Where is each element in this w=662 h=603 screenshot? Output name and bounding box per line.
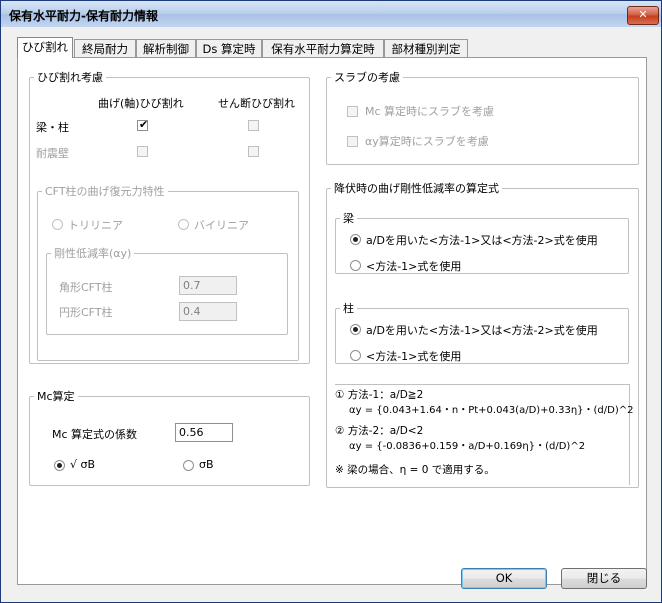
crack-group: ひび割れ考慮 曲げ(軸)ひび割れ せん断ひび割れ 梁・柱 ✔ 耐震壁 CFT柱の… xyxy=(29,69,310,364)
slab-group-legend: スラブの考慮 xyxy=(334,71,400,84)
formula-notes: ① 方法-1：a/D≧2 αy = {0.043+1.64・n・Pt+0.043… xyxy=(335,384,634,485)
stiffness-group-legend: 剛性低減率(αy) xyxy=(54,247,132,260)
round-cft-input[interactable]: 0.4 xyxy=(179,302,237,321)
mc-sqrt-sigma-radio[interactable] xyxy=(54,460,65,471)
column-formula-legend: 柱 xyxy=(343,302,354,315)
stiffness-group: 剛性低減率(αy) 角形CFT柱 0.7 円形CFT柱 0.4 xyxy=(46,245,288,335)
wall-row-label: 耐震壁 xyxy=(36,147,69,160)
cft-group: CFT柱の曲げ復元力特性 トリリニア バイリニア 剛性低減率(αy) 角形CFT… xyxy=(37,183,299,361)
tab-ultimate-strength[interactable]: 終局耐力 xyxy=(74,39,136,57)
window-title: 保有水平耐力-保有耐力情報 xyxy=(9,9,158,23)
mc-sigma-radio[interactable] xyxy=(183,460,194,471)
bilinear-radio[interactable] xyxy=(178,219,189,230)
beam-formula-group: 梁 a/Dを用いた<方法-1>又は<方法-2>式を使用 <方法-1>式を使用 xyxy=(335,210,629,274)
beam-formula-legend: 梁 xyxy=(343,212,354,225)
radio-selected-dot xyxy=(353,237,358,242)
trilinear-label: トリリニア xyxy=(68,219,123,232)
slab-mc-label: Mc 算定時にスラブを考慮 xyxy=(365,105,495,118)
square-cft-label: 角形CFT柱 xyxy=(59,281,113,294)
close-window-button[interactable]: ✕ xyxy=(627,6,659,25)
beam-shear-checkbox[interactable] xyxy=(248,120,259,131)
radio-selected-dot xyxy=(57,463,62,468)
mc-coef-label: Mc 算定式の係数 xyxy=(52,428,138,441)
tab-panel-cracking: ひび割れ考慮 曲げ(軸)ひび割れ せん断ひび割れ 梁・柱 ✔ 耐震壁 CFT柱の… xyxy=(17,57,647,585)
beam-bending-checkbox[interactable]: ✔ xyxy=(137,118,149,131)
beam-method-both-label: a/Dを用いた<方法-1>又は<方法-2>式を使用 xyxy=(366,234,598,247)
mc-group: Mc算定 Mc 算定式の係数 0.56 √ σB σB xyxy=(29,388,310,486)
radio-selected-dot xyxy=(353,327,358,332)
tab-analysis-control[interactable]: 解析制御 xyxy=(136,39,196,57)
check-mark-icon: ✔ xyxy=(139,118,149,131)
bending-column-header: 曲げ(軸)ひび割れ xyxy=(98,97,184,110)
method2-formula: αy = {-0.0836+0.159・a/D+0.169η}・(d/D)^2 xyxy=(349,441,586,452)
mc-coef-input[interactable]: 0.56 xyxy=(175,423,233,442)
mc-sqrt-sigma-label: √ σB xyxy=(70,458,96,471)
round-cft-label: 円形CFT柱 xyxy=(59,306,113,319)
wall-bending-checkbox[interactable] xyxy=(137,146,148,157)
beam-method1-label: <方法-1>式を使用 xyxy=(366,260,462,273)
yield-group: 降伏時の曲げ剛性低減率の算定式 梁 a/Dを用いた<方法-1>又は<方法-2>式… xyxy=(326,180,639,488)
column-method-both-label: a/Dを用いた<方法-1>又は<方法-2>式を使用 xyxy=(366,324,598,337)
slab-ay-checkbox[interactable] xyxy=(347,136,358,147)
trilinear-radio[interactable] xyxy=(52,219,63,230)
dialog-client: ひび割れ 終局耐力 解析制御 Ds 算定時 保有水平耐力算定時 部材種別判定 ひ… xyxy=(5,27,657,598)
beam-method-both-radio[interactable] xyxy=(350,234,361,245)
method1-title: ① 方法-1：a/D≧2 xyxy=(335,389,424,401)
yield-group-legend: 降伏時の曲げ剛性低減率の算定式 xyxy=(334,182,499,195)
slab-ay-label: αy算定時にスラブを考慮 xyxy=(365,135,489,148)
crack-group-legend: ひび割れ考慮 xyxy=(37,71,103,84)
method1-formula: αy = {0.043+1.64・n・Pt+0.043(a/D)+0.33η}・… xyxy=(349,405,634,416)
shear-column-header: せん断ひび割れ xyxy=(218,97,295,110)
column-method-both-radio[interactable] xyxy=(350,324,361,335)
slab-group: スラブの考慮 Mc 算定時にスラブを考慮 αy算定時にスラブを考慮 xyxy=(326,69,639,165)
column-formula-group: 柱 a/Dを用いた<方法-1>又は<方法-2>式を使用 <方法-1>式を使用 xyxy=(335,300,629,364)
title-bar[interactable]: 保有水平耐力-保有耐力情報 ✕ xyxy=(1,1,661,27)
mc-sigma-label: σB xyxy=(199,458,214,471)
tab-ds-calc[interactable]: Ds 算定時 xyxy=(196,39,262,57)
close-button[interactable]: 閉じる xyxy=(561,568,647,589)
method2-title: ② 方法-2：a/D<2 xyxy=(335,425,424,437)
beam-column-row-label: 梁・柱 xyxy=(36,121,69,134)
mc-group-legend: Mc算定 xyxy=(37,390,75,403)
beam-method1-radio[interactable] xyxy=(350,260,361,271)
cft-group-legend: CFT柱の曲げ復元力特性 xyxy=(45,185,165,198)
beam-note: ※ 梁の場合、η = 0 で適用する。 xyxy=(335,464,495,476)
tab-member-type[interactable]: 部材種別判定 xyxy=(384,39,468,57)
tab-horizontal-capacity[interactable]: 保有水平耐力算定時 xyxy=(262,39,384,57)
dialog-window: 保有水平耐力-保有耐力情報 ✕ ひび割れ 終局耐力 解析制御 Ds 算定時 保有… xyxy=(0,0,662,603)
bilinear-label: バイリニア xyxy=(194,219,249,232)
slab-mc-checkbox[interactable] xyxy=(347,106,358,117)
column-method1-radio[interactable] xyxy=(350,350,361,361)
wall-shear-checkbox[interactable] xyxy=(248,146,259,157)
ok-button[interactable]: OK xyxy=(461,568,547,589)
square-cft-input[interactable]: 0.7 xyxy=(179,276,237,295)
tab-cracking[interactable]: ひび割れ xyxy=(17,37,73,58)
column-method1-label: <方法-1>式を使用 xyxy=(366,350,462,363)
